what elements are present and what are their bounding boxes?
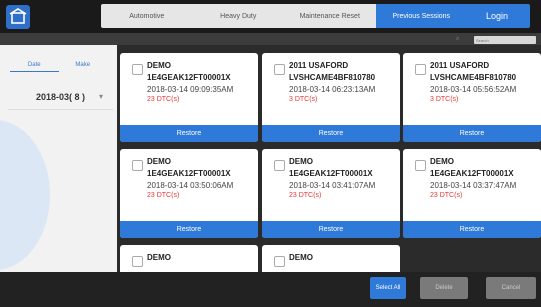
restore-button[interactable]: Restore (262, 221, 400, 238)
tab-maintenance-reset[interactable]: Maintenance Reset (284, 4, 376, 28)
card-vin: LVSHCAME4BF810780 (289, 73, 376, 82)
home-icon (9, 8, 27, 24)
card-dtc-count: 23 DTC(s) (147, 96, 180, 103)
cancel-button[interactable]: Cancel (486, 277, 536, 299)
session-card[interactable]: DEMO 1E4GEAK12FT00001X 2018-03-14 03:37:… (403, 149, 541, 238)
segment-date[interactable]: Date (10, 58, 59, 72)
sidebar: Date Make 2018-03( 8 ) ▾ (0, 45, 117, 272)
card-dtc-count: 23 DTC(s) (430, 192, 463, 199)
card-make: DEMO (430, 157, 454, 166)
card-timestamp: 2018-03-14 05:56:52AM (430, 85, 517, 94)
card-dtc-count: 23 DTC(s) (147, 192, 180, 199)
card-checkbox[interactable] (415, 160, 426, 171)
card-checkbox[interactable] (274, 256, 285, 267)
date-filter-value[interactable]: 2018-03( 8 ) (36, 92, 85, 102)
sort-segment: Date Make (10, 58, 107, 72)
session-card[interactable]: DEMO 1E4GEAK12FT00001X 2018-03-14 03:41:… (262, 149, 400, 238)
card-make: DEMO (147, 157, 171, 166)
card-make: DEMO (147, 253, 171, 262)
card-timestamp: 2018-03-14 06:23:13AM (289, 85, 376, 94)
decorative-shape (0, 120, 50, 270)
card-make: 2011 USAFORD (289, 61, 349, 70)
card-timestamp: 2018-03-14 03:37:47AM (430, 181, 517, 190)
card-dtc-count: 23 DTC(s) (289, 192, 322, 199)
card-timestamp: 2018-03-14 03:41:07AM (289, 181, 376, 190)
category-tabs: Automotive Heavy Duty Maintenance Reset … (101, 4, 467, 28)
search-input[interactable] (474, 36, 536, 44)
session-card[interactable]: 2011 USAFORD LVSHCAME4BF810780 2018-03-1… (403, 53, 541, 142)
session-card[interactable]: DEMO 1E4GEAK12FT00001X 2018-03-14 03:50:… (120, 149, 258, 238)
card-checkbox[interactable] (132, 256, 143, 267)
card-checkbox[interactable] (132, 160, 143, 171)
card-checkbox[interactable] (132, 64, 143, 75)
card-vin: 1E4GEAK12FT00001X (147, 169, 231, 178)
card-make: DEMO (289, 253, 313, 262)
card-timestamp: 2018-03-14 09:09:35AM (147, 85, 234, 94)
login-button[interactable]: Login (464, 4, 530, 28)
restore-button[interactable]: Restore (403, 125, 541, 142)
tab-previous-sessions[interactable]: Previous Sessions (375, 4, 467, 28)
card-dtc-count: 3 DTC(s) (430, 96, 459, 103)
delete-button[interactable]: Delete (420, 277, 468, 299)
restore-button[interactable]: Restore (120, 125, 258, 142)
chevron-down-icon[interactable]: ▾ (99, 92, 103, 101)
tab-automotive[interactable]: Automotive (101, 4, 193, 28)
search-icon: ⌕ (456, 36, 460, 42)
card-vin: 1E4GEAK12FT00001X (430, 169, 514, 178)
session-card[interactable]: DEMO (262, 245, 400, 272)
select-all-button[interactable]: Select All (370, 277, 406, 299)
card-make: 2011 USAFORD (430, 61, 490, 70)
home-button[interactable] (6, 5, 30, 29)
card-vin: LVSHCAME4BF810780 (430, 73, 517, 82)
card-dtc-count: 3 DTC(s) (289, 96, 318, 103)
restore-button[interactable]: Restore (120, 221, 258, 238)
card-vin: 1E4GEAK12FT00001X (289, 169, 373, 178)
divider (8, 109, 113, 110)
session-card[interactable]: 2011 USAFORD LVSHCAME4BF810780 2018-03-1… (262, 53, 400, 142)
session-grid: DEMO 1E4GEAK12FT00001X 2018-03-14 09:09:… (117, 45, 541, 272)
card-checkbox[interactable] (415, 64, 426, 75)
card-make: DEMO (147, 61, 171, 70)
session-card[interactable]: DEMO 1E4GEAK12FT00001X 2018-03-14 09:09:… (120, 53, 258, 142)
card-make: DEMO (289, 157, 313, 166)
card-vin: 1E4GEAK12FT00001X (147, 73, 231, 82)
card-checkbox[interactable] (274, 64, 285, 75)
card-checkbox[interactable] (274, 160, 285, 171)
card-timestamp: 2018-03-14 03:50:06AM (147, 181, 234, 190)
tab-heavy-duty[interactable]: Heavy Duty (193, 4, 285, 28)
session-card[interactable]: DEMO (120, 245, 258, 272)
restore-button[interactable]: Restore (403, 221, 541, 238)
restore-button[interactable]: Restore (262, 125, 400, 142)
segment-make[interactable]: Make (59, 58, 108, 72)
